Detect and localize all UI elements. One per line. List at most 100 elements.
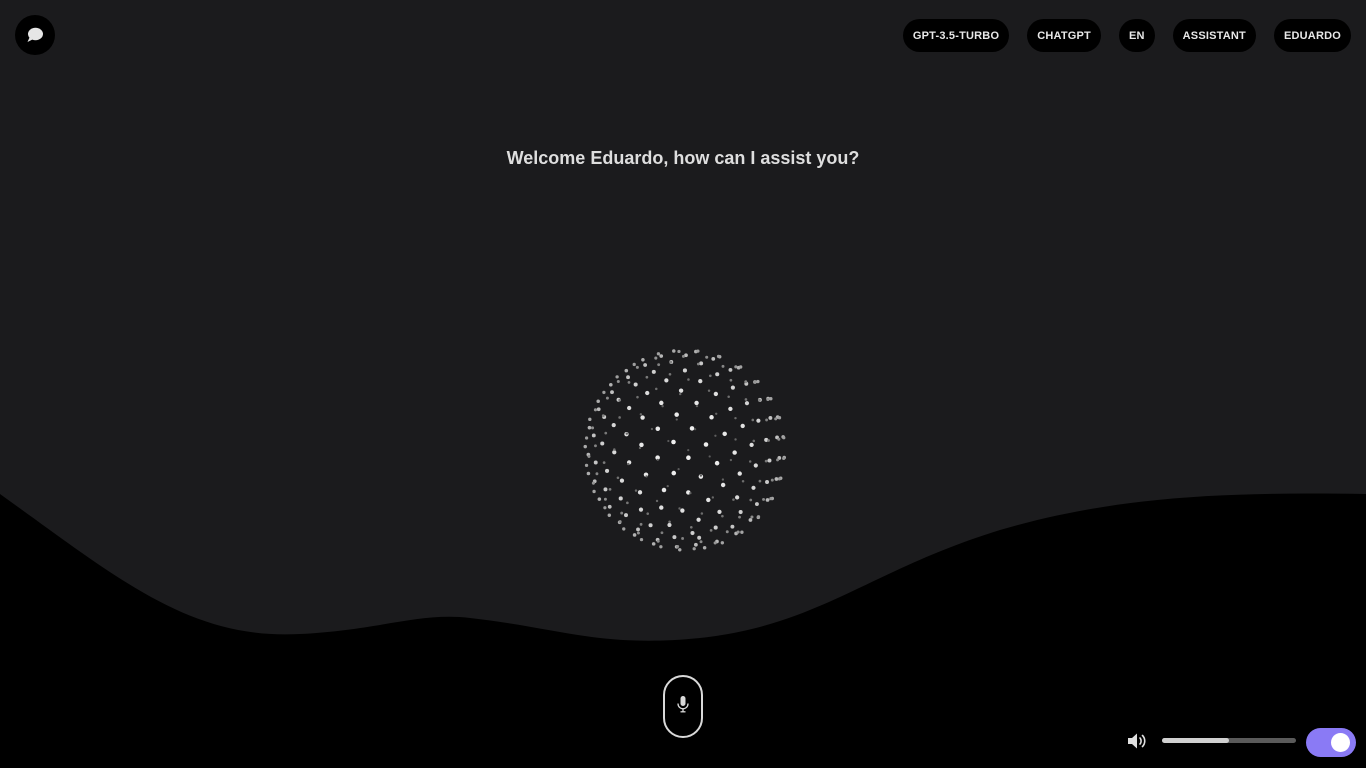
sphere-particle <box>751 485 756 490</box>
sphere-particle <box>651 542 656 546</box>
microphone-button[interactable] <box>663 675 703 738</box>
model-selector[interactable]: GPT-3.5-TURBO <box>902 19 1010 52</box>
sphere-particle <box>603 497 607 501</box>
sphere-particle <box>715 412 718 415</box>
sphere-particle <box>656 352 661 356</box>
sphere-particle <box>756 418 761 423</box>
user-menu[interactable]: EDUARDO <box>1273 19 1351 52</box>
sphere-particle <box>645 475 648 478</box>
sphere-particle <box>708 455 711 458</box>
sphere-particle <box>756 379 760 384</box>
sphere-particle <box>697 535 702 540</box>
sphere-particle <box>620 511 624 515</box>
sphere-particle <box>636 527 640 532</box>
sphere-particle <box>687 378 690 381</box>
sphere-particle <box>664 378 669 383</box>
toggle-knob <box>1331 733 1350 752</box>
sphere-particle <box>734 416 737 420</box>
particle-sphere <box>583 349 786 552</box>
sphere-particle <box>677 349 681 354</box>
sphere-particle <box>656 458 659 462</box>
sphere-particle <box>603 506 607 510</box>
sphere-particle <box>762 497 766 501</box>
sphere-particle <box>738 365 743 369</box>
sphere-particle <box>609 382 613 387</box>
sphere-particle <box>640 415 645 420</box>
sphere-particle <box>732 450 737 455</box>
sphere-particle <box>596 399 600 404</box>
sphere-particle <box>777 416 782 420</box>
chat-button[interactable] <box>15 15 55 55</box>
sphere-particle <box>635 365 639 369</box>
sphere-particle <box>738 515 741 519</box>
sphere-particle <box>594 444 597 448</box>
sphere-particle <box>593 408 598 412</box>
sphere-particle <box>602 461 606 465</box>
sphere-particle <box>633 382 638 387</box>
sphere-particle <box>678 507 681 510</box>
sphere-particle <box>699 474 703 477</box>
sphere-particle <box>736 530 740 534</box>
language-selector[interactable]: EN <box>1118 19 1155 52</box>
toggle-switch[interactable] <box>1306 728 1356 757</box>
sphere-particle <box>679 392 682 396</box>
sphere-particle <box>600 441 605 446</box>
role-selector[interactable]: ASSISTANT <box>1172 19 1256 52</box>
sphere-particle <box>657 363 661 367</box>
sphere-particle <box>741 479 745 483</box>
sphere-particle <box>730 524 735 529</box>
provider-selector[interactable]: CHATGPT <box>1027 19 1101 52</box>
sphere-particle <box>624 513 628 518</box>
sphere-particle <box>671 439 676 445</box>
sphere-particle <box>660 531 664 535</box>
sphere-particle <box>677 468 680 471</box>
sphere-particle <box>645 375 649 379</box>
sphere-particle <box>721 514 724 518</box>
sphere-particle <box>715 372 720 377</box>
sphere-particle <box>722 431 727 437</box>
sphere-particle <box>680 508 685 513</box>
sphere-particle <box>713 391 719 397</box>
sphere-particle <box>765 418 768 422</box>
sphere-particle <box>639 413 643 416</box>
sphere-particle <box>624 368 629 373</box>
sphere-particle <box>602 390 606 395</box>
sphere-particle <box>638 507 644 512</box>
volume-slider[interactable] <box>1162 738 1296 743</box>
sphere-particle <box>668 520 671 524</box>
sphere-particle <box>627 380 631 384</box>
sphere-particle <box>646 512 650 515</box>
sphere-particle <box>587 425 592 430</box>
speaker-icon[interactable] <box>1126 731 1148 751</box>
sphere-particle <box>655 499 659 503</box>
sphere-particle <box>650 427 654 431</box>
sphere-particle <box>608 488 612 491</box>
sphere-particle <box>627 462 630 466</box>
sphere-particle <box>601 414 605 418</box>
sphere-particle <box>728 406 733 412</box>
sphere-particle <box>616 379 620 384</box>
sphere-particle <box>681 354 685 358</box>
sphere-particle <box>689 426 695 431</box>
sphere-particle <box>595 472 599 476</box>
sphere-particle <box>737 471 742 476</box>
sphere-particle <box>675 418 678 421</box>
sphere-particle <box>774 477 779 481</box>
sphere-particle <box>713 525 718 530</box>
sphere-particle <box>610 390 614 395</box>
sphere-particle <box>637 490 643 495</box>
sphere-particle <box>777 477 781 481</box>
sphere-particle <box>618 520 622 524</box>
sphere-particle <box>591 426 595 430</box>
sphere-particle <box>740 530 744 534</box>
sphere-particle <box>700 512 704 515</box>
sphere-particle <box>694 542 698 547</box>
sphere-particle <box>667 522 672 528</box>
sphere-particle <box>708 374 712 378</box>
sphere-particle <box>709 415 714 420</box>
sphere-particle <box>682 368 687 373</box>
sphere-particle <box>643 363 648 367</box>
sphere-particle <box>721 478 725 481</box>
sphere-particle <box>720 482 726 488</box>
sphere-particle <box>641 358 645 362</box>
